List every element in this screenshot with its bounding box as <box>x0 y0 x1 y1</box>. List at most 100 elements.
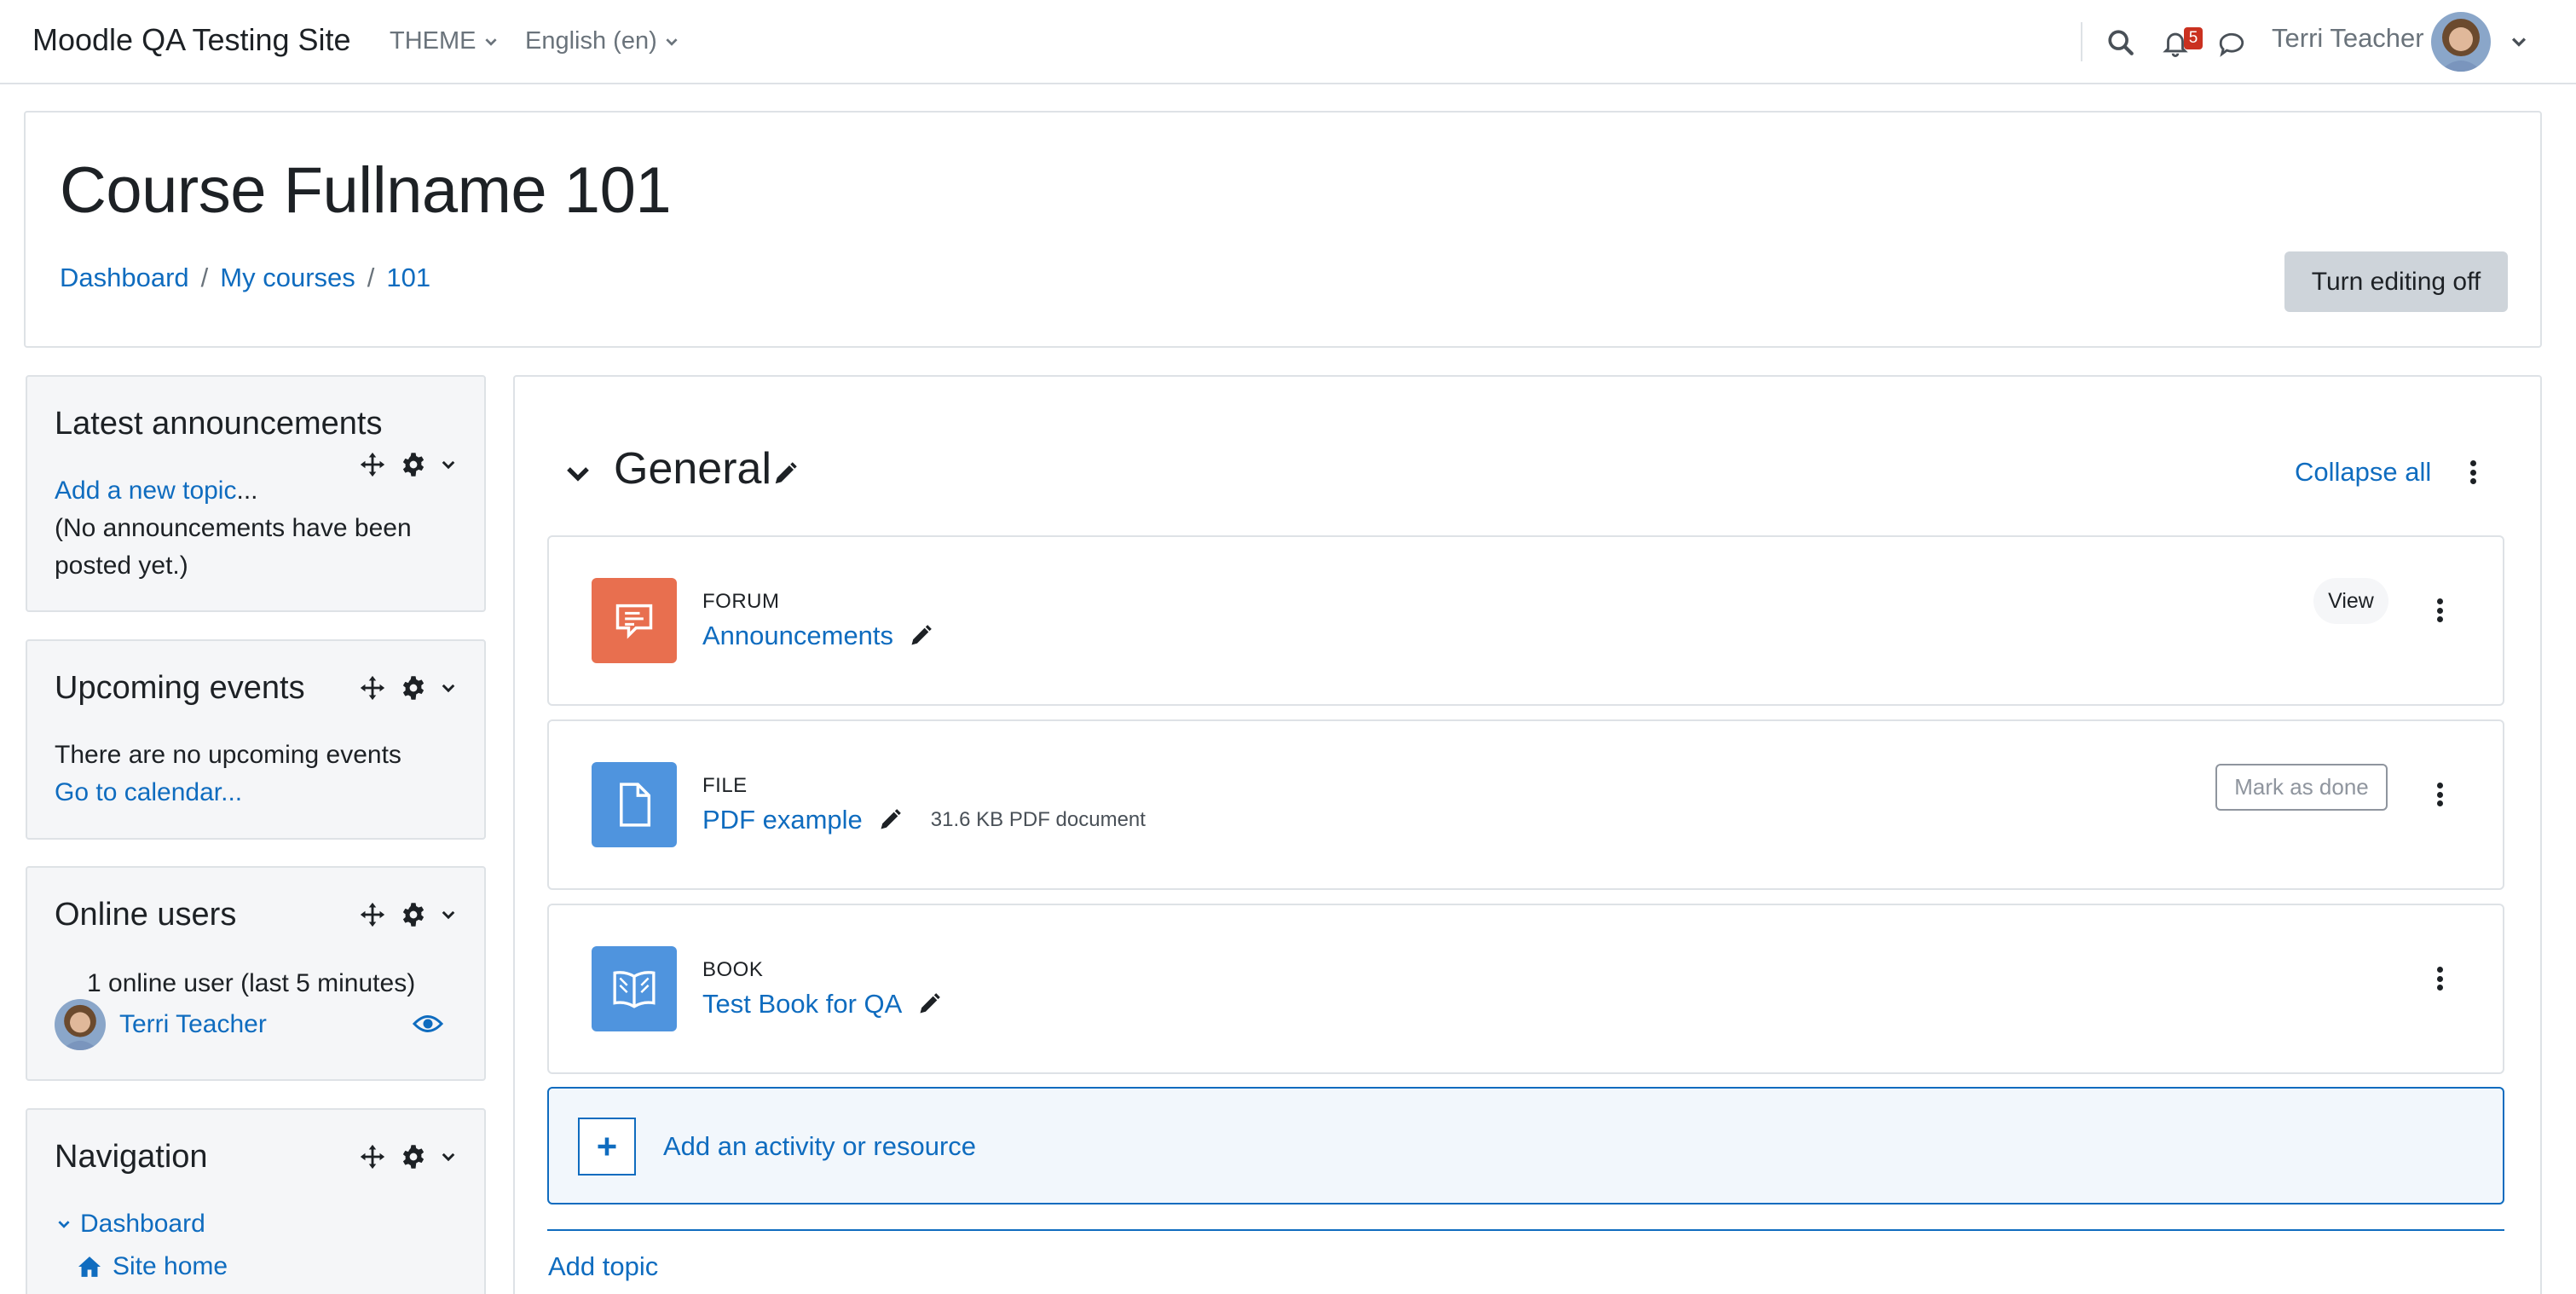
language-menu-label: English (en) <box>525 27 657 55</box>
nav-site-home-label[interactable]: Site home <box>113 1248 228 1285</box>
activity-name-row: Test Book for QA <box>702 989 941 1020</box>
file-icon <box>592 762 677 847</box>
block-controls <box>358 450 457 479</box>
block-controls <box>358 1142 457 1171</box>
gear-icon[interactable] <box>401 902 426 927</box>
nav-item-site-home[interactable]: Site home <box>77 1248 228 1285</box>
nav-item-dashboard[interactable]: Dashboard <box>56 1205 205 1243</box>
breadcrumb: Dashboard / My courses / 101 <box>60 263 430 293</box>
activity-actions-kebab-icon[interactable] <box>2431 963 2448 994</box>
theme-menu[interactable]: THEME <box>390 27 499 55</box>
activity-name-row: Announcements <box>702 621 933 651</box>
block-controls <box>358 673 457 702</box>
avatar[interactable] <box>55 999 106 1050</box>
online-users-summary: 1 online user (last 5 minutes) <box>87 969 416 997</box>
mark-as-done-button[interactable]: Mark as done <box>2215 764 2388 811</box>
activity-forum: FORUM Announcements View <box>547 535 2504 706</box>
online-user-name[interactable]: Terri Teacher <box>119 1010 267 1038</box>
activity-actions-kebab-icon[interactable] <box>2431 595 2448 626</box>
pencil-icon[interactable] <box>878 808 902 832</box>
site-name-link[interactable]: Moodle QA Testing Site <box>32 22 351 58</box>
move-icon[interactable] <box>358 900 387 929</box>
navbar-divider <box>2081 22 2082 61</box>
add-new-topic-link[interactable]: Add a new topic <box>55 477 236 505</box>
activity-link-announcements[interactable]: Announcements <box>702 621 893 651</box>
turn-editing-off-button[interactable]: Turn editing off <box>2284 251 2508 312</box>
chevron-down-icon[interactable] <box>440 679 457 696</box>
notification-count-badge: 5 <box>2184 27 2203 49</box>
view-badge[interactable]: View <box>2313 578 2388 624</box>
user-menu-name[interactable]: Terri Teacher <box>2272 23 2424 54</box>
pencil-icon[interactable] <box>917 992 941 1016</box>
gear-icon[interactable] <box>401 675 426 701</box>
calendar-link-text[interactable]: Go to calendar... <box>55 778 242 806</box>
block-upcoming-events: Upcoming events There are no upcoming ev… <box>26 639 486 840</box>
activity-book: BOOK Test Book for QA <box>547 904 2504 1074</box>
breadcrumb-dashboard[interactable]: Dashboard <box>60 263 189 293</box>
activity-type-label: BOOK <box>702 958 764 981</box>
activity-type-label: FORUM <box>702 590 780 613</box>
no-events-text: There are no upcoming events <box>55 741 401 769</box>
gear-icon[interactable] <box>401 452 426 477</box>
pencil-icon[interactable] <box>909 624 933 648</box>
breadcrumb-course[interactable]: 101 <box>386 263 430 293</box>
user-menu-chevron-icon[interactable] <box>2506 29 2532 55</box>
add-activity-button[interactable]: Add an activity or resource <box>547 1087 2504 1204</box>
theme-menu-label: THEME <box>390 27 477 55</box>
language-menu[interactable]: English (en) <box>525 27 679 55</box>
activity-link-pdf-example[interactable]: PDF example <box>702 805 863 835</box>
collapse-all-link[interactable]: Collapse all <box>2295 457 2431 488</box>
add-topic-link[interactable]: Add topic <box>548 1251 658 1282</box>
block-title: Latest announcements <box>55 406 383 442</box>
gear-icon[interactable] <box>401 1144 426 1170</box>
plus-icon <box>578 1118 636 1176</box>
breadcrumb-separator: / <box>367 263 375 292</box>
activity-link-test-book[interactable]: Test Book for QA <box>702 989 902 1020</box>
file-size-description: 31.6 KB PDF document <box>930 808 1146 831</box>
activity-actions-kebab-icon[interactable] <box>2431 779 2448 810</box>
breadcrumb-separator: / <box>200 263 209 292</box>
activity-file: FILE PDF example 31.6 KB PDF document Ma… <box>547 719 2504 890</box>
chevron-down-icon[interactable] <box>56 1216 72 1232</box>
block-title: Upcoming events <box>55 670 305 706</box>
chevron-down-icon <box>484 38 497 46</box>
chevron-down-icon[interactable] <box>440 906 457 923</box>
course-header: Course Fullname 101 Dashboard / My cours… <box>24 111 2542 348</box>
nav-dashboard-label[interactable]: Dashboard <box>80 1205 205 1243</box>
no-announcements-text: (No announcements have been posted yet.) <box>55 514 412 580</box>
search-icon[interactable] <box>2104 26 2138 60</box>
eye-icon[interactable] <box>412 1013 444 1039</box>
activity-name-row: PDF example 31.6 KB PDF document <box>702 805 1146 835</box>
pencil-icon[interactable] <box>772 461 798 491</box>
top-navbar: Moodle QA Testing Site THEME English (en… <box>0 0 2576 84</box>
add-link-suffix: ... <box>236 477 258 505</box>
section-collapse-chevron-icon[interactable] <box>564 460 592 492</box>
block-controls <box>358 900 457 929</box>
block-title: Online users <box>55 897 237 933</box>
block-online-users: Online users 1 online user (last 5 minut… <box>26 866 486 1081</box>
move-icon[interactable] <box>358 673 387 702</box>
book-icon <box>592 946 677 1031</box>
announcements-content: Add a new topic... <box>55 472 258 510</box>
page-title: Course Fullname 101 <box>60 154 672 227</box>
section-actions-kebab-icon[interactable] <box>2464 457 2481 488</box>
activity-type-label: FILE <box>702 774 748 797</box>
chevron-down-icon <box>666 38 678 46</box>
chat-bubble-icon[interactable] <box>2215 27 2249 61</box>
section-title: General <box>614 444 771 494</box>
move-icon[interactable] <box>358 1142 387 1171</box>
chevron-down-icon[interactable] <box>440 456 457 473</box>
online-user-link[interactable]: Terri Teacher <box>119 1006 267 1043</box>
add-activity-label: Add an activity or resource <box>663 1131 977 1161</box>
block-latest-announcements: Latest announcements Add a new topic... … <box>26 375 486 612</box>
breadcrumb-my-courses[interactable]: My courses <box>220 263 355 293</box>
go-to-calendar-link[interactable]: Go to calendar... <box>55 774 242 812</box>
chevron-down-icon[interactable] <box>440 1148 457 1165</box>
block-navigation: Navigation Dashboard Site home <box>26 1108 486 1294</box>
move-icon[interactable] <box>358 450 387 479</box>
user-avatar[interactable] <box>2431 12 2491 72</box>
forum-icon <box>592 578 677 663</box>
block-title: Navigation <box>55 1139 208 1175</box>
home-icon <box>78 1256 101 1277</box>
add-topic-divider <box>547 1229 2504 1231</box>
